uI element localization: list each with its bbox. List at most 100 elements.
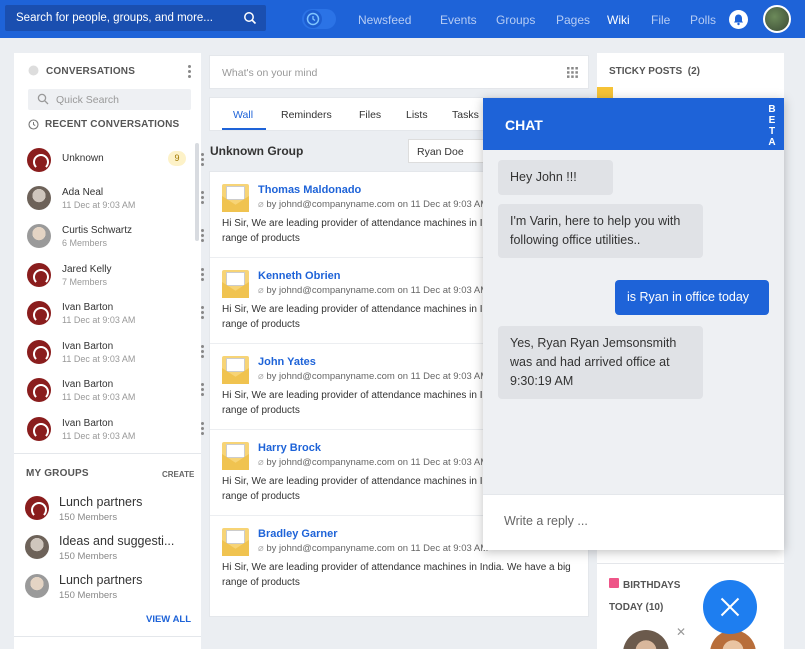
my-groups-title: MY GROUPS: [26, 468, 89, 479]
chat-messages[interactable]: Hey John !!! I'm Varin, here to help you…: [483, 150, 784, 494]
tab-lists[interactable]: Lists: [406, 109, 428, 121]
conversation-menu-icon[interactable]: [201, 383, 205, 397]
conversation-members: 7 Members: [62, 277, 108, 287]
group-name: Lunch partners: [59, 495, 143, 509]
group-title: Unknown Group: [210, 144, 304, 158]
conversation-name: Unknown: [62, 153, 104, 164]
avatar: [27, 378, 51, 402]
post-composer[interactable]: What's on your mind: [209, 55, 589, 89]
conversation-item[interactable]: Ivan Barton 11 Dec at 9:03 AM: [27, 299, 204, 329]
composer-input[interactable]: What's on your mind: [222, 67, 317, 79]
post-byline: ⌀ by johnd@companyname.com on 11 Dec at …: [258, 285, 488, 296]
chat-reply-input[interactable]: Write a reply ...: [504, 514, 588, 528]
left-sidebar: CONVERSATIONS Quick Search RECENT CONVER…: [14, 53, 204, 649]
conversation-item[interactable]: Ivan Barton 11 Dec at 9:03 AM: [27, 338, 204, 368]
group-members: 150 Members: [59, 551, 118, 562]
member-filter-select[interactable]: Ryan Doe: [408, 139, 488, 163]
conversation-item[interactable]: Unknown 9: [27, 146, 204, 176]
conversation-name: Jared Kelly: [62, 264, 112, 275]
sender-name[interactable]: Kenneth Obrien: [258, 270, 341, 282]
group-name: Ideas and suggesti...: [59, 534, 175, 548]
conversation-menu-icon[interactable]: [201, 345, 205, 359]
birthday-avatar[interactable]: [623, 630, 669, 649]
conversation-menu-icon[interactable]: [201, 153, 205, 167]
user-avatar[interactable]: [763, 5, 791, 33]
beta-letter: A: [768, 137, 776, 148]
member-filter-value: Ryan Doe: [417, 146, 464, 158]
close-icon[interactable]: ✕: [676, 625, 686, 639]
conversations-title: CONVERSATIONS: [46, 66, 136, 77]
view-all-groups-link[interactable]: VIEW ALL: [146, 614, 191, 625]
sender-name[interactable]: John Yates: [258, 356, 316, 368]
nav-polls[interactable]: Polls: [690, 13, 716, 27]
attachment-icon: ⌀: [258, 457, 264, 468]
notification-bell-icon[interactable]: [729, 10, 748, 29]
attendance-toggle[interactable]: [302, 9, 336, 29]
chat-window: CHAT B E T A Hey John !!! I'm Varin, her…: [483, 98, 784, 550]
nav-pages[interactable]: Pages: [556, 13, 590, 27]
conversation-item[interactable]: Ivan Barton 11 Dec at 9:03 AM: [27, 415, 204, 445]
sender-name[interactable]: Harry Brock: [258, 442, 321, 454]
nav-file[interactable]: File: [651, 13, 670, 27]
conversation-item[interactable]: Ada Neal 11 Dec at 9:03 AM: [27, 184, 204, 214]
avatar: [25, 535, 49, 559]
grid-icon[interactable]: [567, 67, 578, 78]
chat-reply-field[interactable]: Write a reply ...: [483, 494, 784, 550]
conversation-name: Curtis Schwartz: [62, 225, 133, 236]
sticky-posts-title: STICKY POSTS (2): [609, 66, 700, 77]
divider: [14, 453, 201, 454]
create-group-button[interactable]: CREATE: [162, 470, 194, 479]
sender-name[interactable]: Thomas Maldonado: [258, 184, 361, 196]
active-tab-indicator: [222, 128, 266, 130]
quick-search-input[interactable]: Quick Search: [56, 94, 119, 106]
conversation-item[interactable]: Curtis Schwartz 6 Members: [27, 222, 204, 252]
conversation-menu-icon[interactable]: [201, 268, 205, 282]
conversation-name: Ivan Barton: [62, 418, 114, 429]
conversation-item[interactable]: Ivan Barton 11 Dec at 9:03 AM: [27, 376, 204, 406]
nav-wiki[interactable]: Wiki: [607, 13, 630, 27]
sender-name[interactable]: Bradley Garner: [258, 528, 337, 540]
close-chat-button[interactable]: [703, 580, 757, 634]
attachment-icon: ⌀: [258, 285, 264, 296]
group-item[interactable]: Ideas and suggesti... 150 Members: [25, 532, 195, 566]
byline-text: by johnd@companyname.com on 11 Dec at 9:…: [266, 371, 489, 382]
tab-reminders[interactable]: Reminders: [281, 109, 332, 121]
tab-tasks[interactable]: Tasks: [452, 109, 479, 121]
envelope-icon: [222, 184, 249, 212]
conversation-time: 11 Dec at 9:03 AM: [62, 200, 136, 210]
divider: [597, 563, 784, 564]
conversation-menu-icon[interactable]: [201, 229, 205, 243]
post-byline: ⌀ by johnd@companyname.com on 11 Dec at …: [258, 457, 488, 468]
chat-message-outgoing: is Ryan in office today: [615, 280, 769, 315]
group-item[interactable]: Lunch partners 150 Members: [25, 571, 195, 605]
avatar: [27, 148, 51, 172]
conversation-time: 11 Dec at 9:03 AM: [62, 392, 136, 402]
tab-files[interactable]: Files: [359, 109, 381, 121]
conversations-menu-icon[interactable]: [188, 65, 192, 79]
conversation-menu-icon[interactable]: [201, 306, 205, 320]
avatar: [27, 301, 51, 325]
chat-title: CHAT: [505, 117, 543, 133]
beta-label: B E T A: [768, 104, 776, 148]
chat-header: CHAT B E T A: [483, 98, 784, 150]
group-item[interactable]: Lunch partners 150 Members: [25, 493, 195, 527]
nav-events[interactable]: Events: [440, 13, 477, 27]
search-icon[interactable]: [243, 11, 257, 25]
conversation-menu-icon[interactable]: [201, 422, 205, 436]
avatar: [25, 496, 49, 520]
conversation-time: 11 Dec at 9:03 AM: [62, 431, 136, 441]
tab-wall[interactable]: Wall: [233, 109, 253, 121]
search-input[interactable]: Search for people, groups, and more...: [16, 12, 213, 24]
chat-message-incoming: Hey John !!!: [498, 160, 613, 195]
conversation-menu-icon[interactable]: [201, 191, 205, 205]
avatar: [25, 574, 49, 598]
group-name: Lunch partners: [59, 573, 143, 587]
cake-icon: [609, 578, 619, 588]
global-search[interactable]: Search for people, groups, and more...: [5, 5, 266, 31]
nav-newsfeed[interactable]: Newsfeed: [358, 13, 411, 27]
conversation-item[interactable]: Jared Kelly 7 Members: [27, 261, 204, 291]
quick-search[interactable]: Quick Search: [28, 89, 191, 110]
post-byline: ⌀ by johnd@companyname.com on 11 Dec at …: [258, 371, 488, 382]
nav-groups[interactable]: Groups: [496, 13, 535, 27]
birthdays-title: BIRTHDAYS: [623, 580, 681, 591]
